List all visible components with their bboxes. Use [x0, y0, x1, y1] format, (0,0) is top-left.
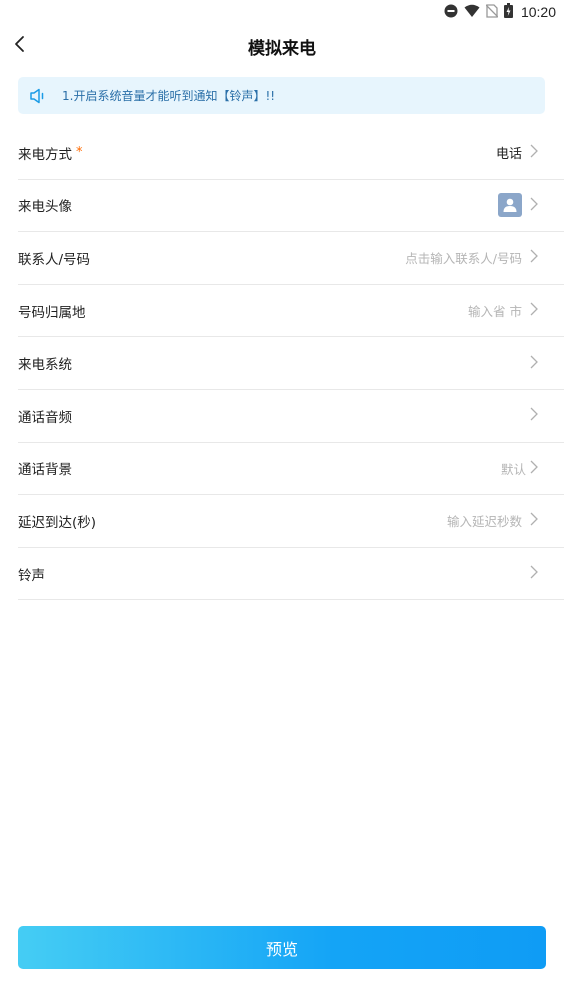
- call-system-label: 来电系统: [18, 357, 72, 374]
- call-audio-label: 通话音频: [18, 409, 72, 426]
- ringtone-label: 铃声: [18, 567, 45, 584]
- call-audio-value-group: [522, 390, 538, 442]
- call-background-label: 通话背景: [18, 462, 72, 479]
- caller-avatar-value-group: [498, 180, 538, 232]
- person-avatar-icon[interactable]: [498, 193, 522, 218]
- chevron-right-icon: [530, 564, 538, 583]
- page-title: 模拟来电: [248, 39, 316, 59]
- chevron-right-icon: [530, 459, 538, 478]
- ringtone-value-group: [522, 548, 538, 600]
- call-type-value: 电话: [495, 147, 522, 163]
- do-not-disturb-icon: [444, 3, 458, 22]
- speaker-icon: [28, 86, 48, 106]
- delay-seconds-label: 延迟到达(秒): [18, 514, 97, 531]
- chevron-right-icon: [530, 354, 538, 373]
- chevron-right-icon: [530, 248, 538, 267]
- status-icons: 10:20: [444, 2, 556, 22]
- chevron-right-icon: [530, 196, 538, 215]
- battery-icon: [503, 2, 513, 22]
- chevron-right-icon: [530, 143, 538, 162]
- call-type-label: 来电方式: [18, 146, 72, 163]
- number-location-row[interactable]: 号码归属地 输入省 市: [18, 285, 564, 338]
- call-audio-row[interactable]: 通话音频: [18, 390, 564, 443]
- contact-number-row[interactable]: 联系人/号码 点击输入联系人/号码: [18, 232, 564, 285]
- notice-text: 1.开启系统音量才能听到通知【铃声】!!: [62, 89, 276, 103]
- number-location-input[interactable]: 输入省 市: [468, 301, 522, 320]
- caller-avatar-row[interactable]: 来电头像: [18, 180, 564, 233]
- status-bar: 10:20: [0, 0, 564, 24]
- call-system-value-group: [522, 337, 538, 389]
- chevron-right-icon: [530, 301, 538, 320]
- number-location-label: 号码归属地: [18, 304, 86, 321]
- status-time: 10:20: [520, 4, 556, 20]
- call-background-value-group: 默认: [501, 443, 538, 495]
- wifi-icon: [464, 3, 480, 22]
- chevron-right-icon: [530, 511, 538, 530]
- delay-seconds-row[interactable]: 延迟到达(秒) 输入延迟秒数: [18, 495, 564, 548]
- call-system-row[interactable]: 来电系统: [18, 337, 564, 390]
- contact-number-label: 联系人/号码: [18, 251, 91, 268]
- caller-avatar-label: 来电头像: [18, 199, 72, 216]
- delay-seconds-value-group: 输入延迟秒数: [447, 495, 538, 547]
- call-type-row[interactable]: 来电方式 * 电话: [18, 127, 564, 180]
- number-location-value-group: 输入省 市: [468, 285, 538, 337]
- contact-number-input[interactable]: 点击输入联系人/号码: [405, 248, 522, 267]
- no-sim-icon: [485, 3, 499, 22]
- required-mark: *: [76, 145, 83, 161]
- chevron-right-icon: [530, 406, 538, 425]
- call-settings-form: 来电方式 * 电话 来电头像 联系人/号码 点击输入联系人/号码 号码归属地 输…: [18, 127, 564, 601]
- ringtone-row[interactable]: 铃声: [18, 548, 564, 601]
- contact-number-value-group: 点击输入联系人/号码: [405, 232, 538, 284]
- call-background-row[interactable]: 通话背景 默认: [18, 443, 564, 496]
- volume-notice-banner: 1.开启系统音量才能听到通知【铃声】!!: [18, 77, 545, 114]
- nav-bar: 模拟来电: [0, 24, 564, 68]
- call-type-value-group: 电话: [496, 127, 538, 179]
- delay-seconds-input[interactable]: 输入延迟秒数: [447, 511, 522, 530]
- call-background-value: 默认: [500, 461, 526, 477]
- preview-button[interactable]: 预览: [18, 926, 546, 969]
